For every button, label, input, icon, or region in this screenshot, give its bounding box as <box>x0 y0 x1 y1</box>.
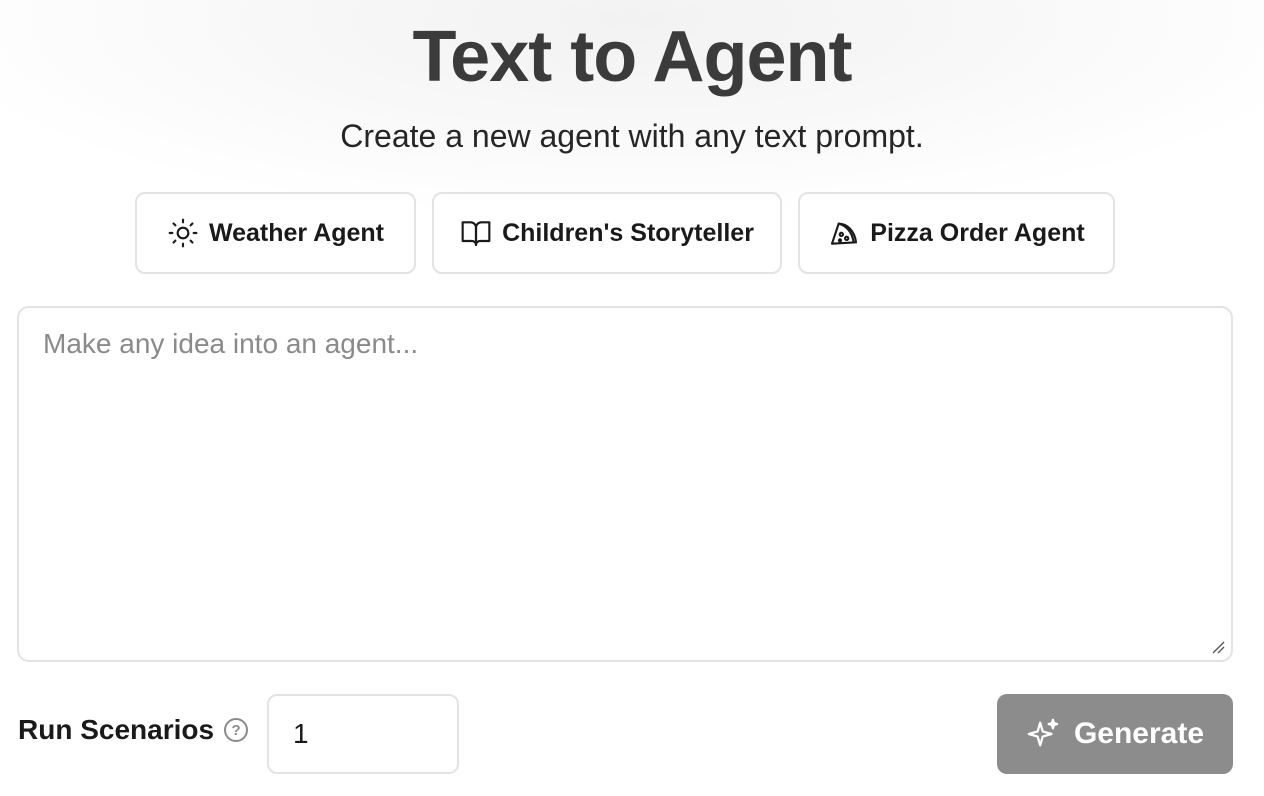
pizza-order-agent-label: Pizza Order Agent <box>870 218 1085 247</box>
weather-agent-button[interactable]: Weather Agent <box>135 192 416 274</box>
generate-button[interactable]: Generate <box>997 694 1233 774</box>
generate-label: Generate <box>1073 717 1205 750</box>
question-circle-icon[interactable]: ? <box>224 718 249 742</box>
pizza-order-agent-button[interactable]: Pizza Order Agent <box>798 192 1115 274</box>
template-chips: Weather Agent Children's Storyteller Piz… <box>135 192 1115 274</box>
book-open-icon <box>461 221 491 247</box>
run-scenarios-label: Run Scenarios <box>18 714 215 745</box>
prompt-textarea[interactable] <box>19 308 1231 660</box>
page-title: Text to Agent <box>412 17 853 97</box>
sparkles-icon <box>1027 718 1059 747</box>
text-to-agent-page: Text to Agent Create a new agent with an… <box>0 0 1264 796</box>
pizza-icon <box>831 222 858 245</box>
page-subtitle: Create a new agent with any text prompt. <box>340 118 924 154</box>
childrens-storyteller-button[interactable]: Children's Storyteller <box>432 192 782 274</box>
run-scenarios-input[interactable] <box>267 694 459 774</box>
run-scenarios-label-group: Run Scenarios ? <box>18 714 249 746</box>
childrens-storyteller-label: Children's Storyteller <box>502 218 754 247</box>
sun-icon <box>168 218 198 248</box>
prompt-container <box>17 306 1233 662</box>
weather-agent-label: Weather Agent <box>208 218 385 247</box>
resize-handle-icon[interactable] <box>1211 640 1225 654</box>
